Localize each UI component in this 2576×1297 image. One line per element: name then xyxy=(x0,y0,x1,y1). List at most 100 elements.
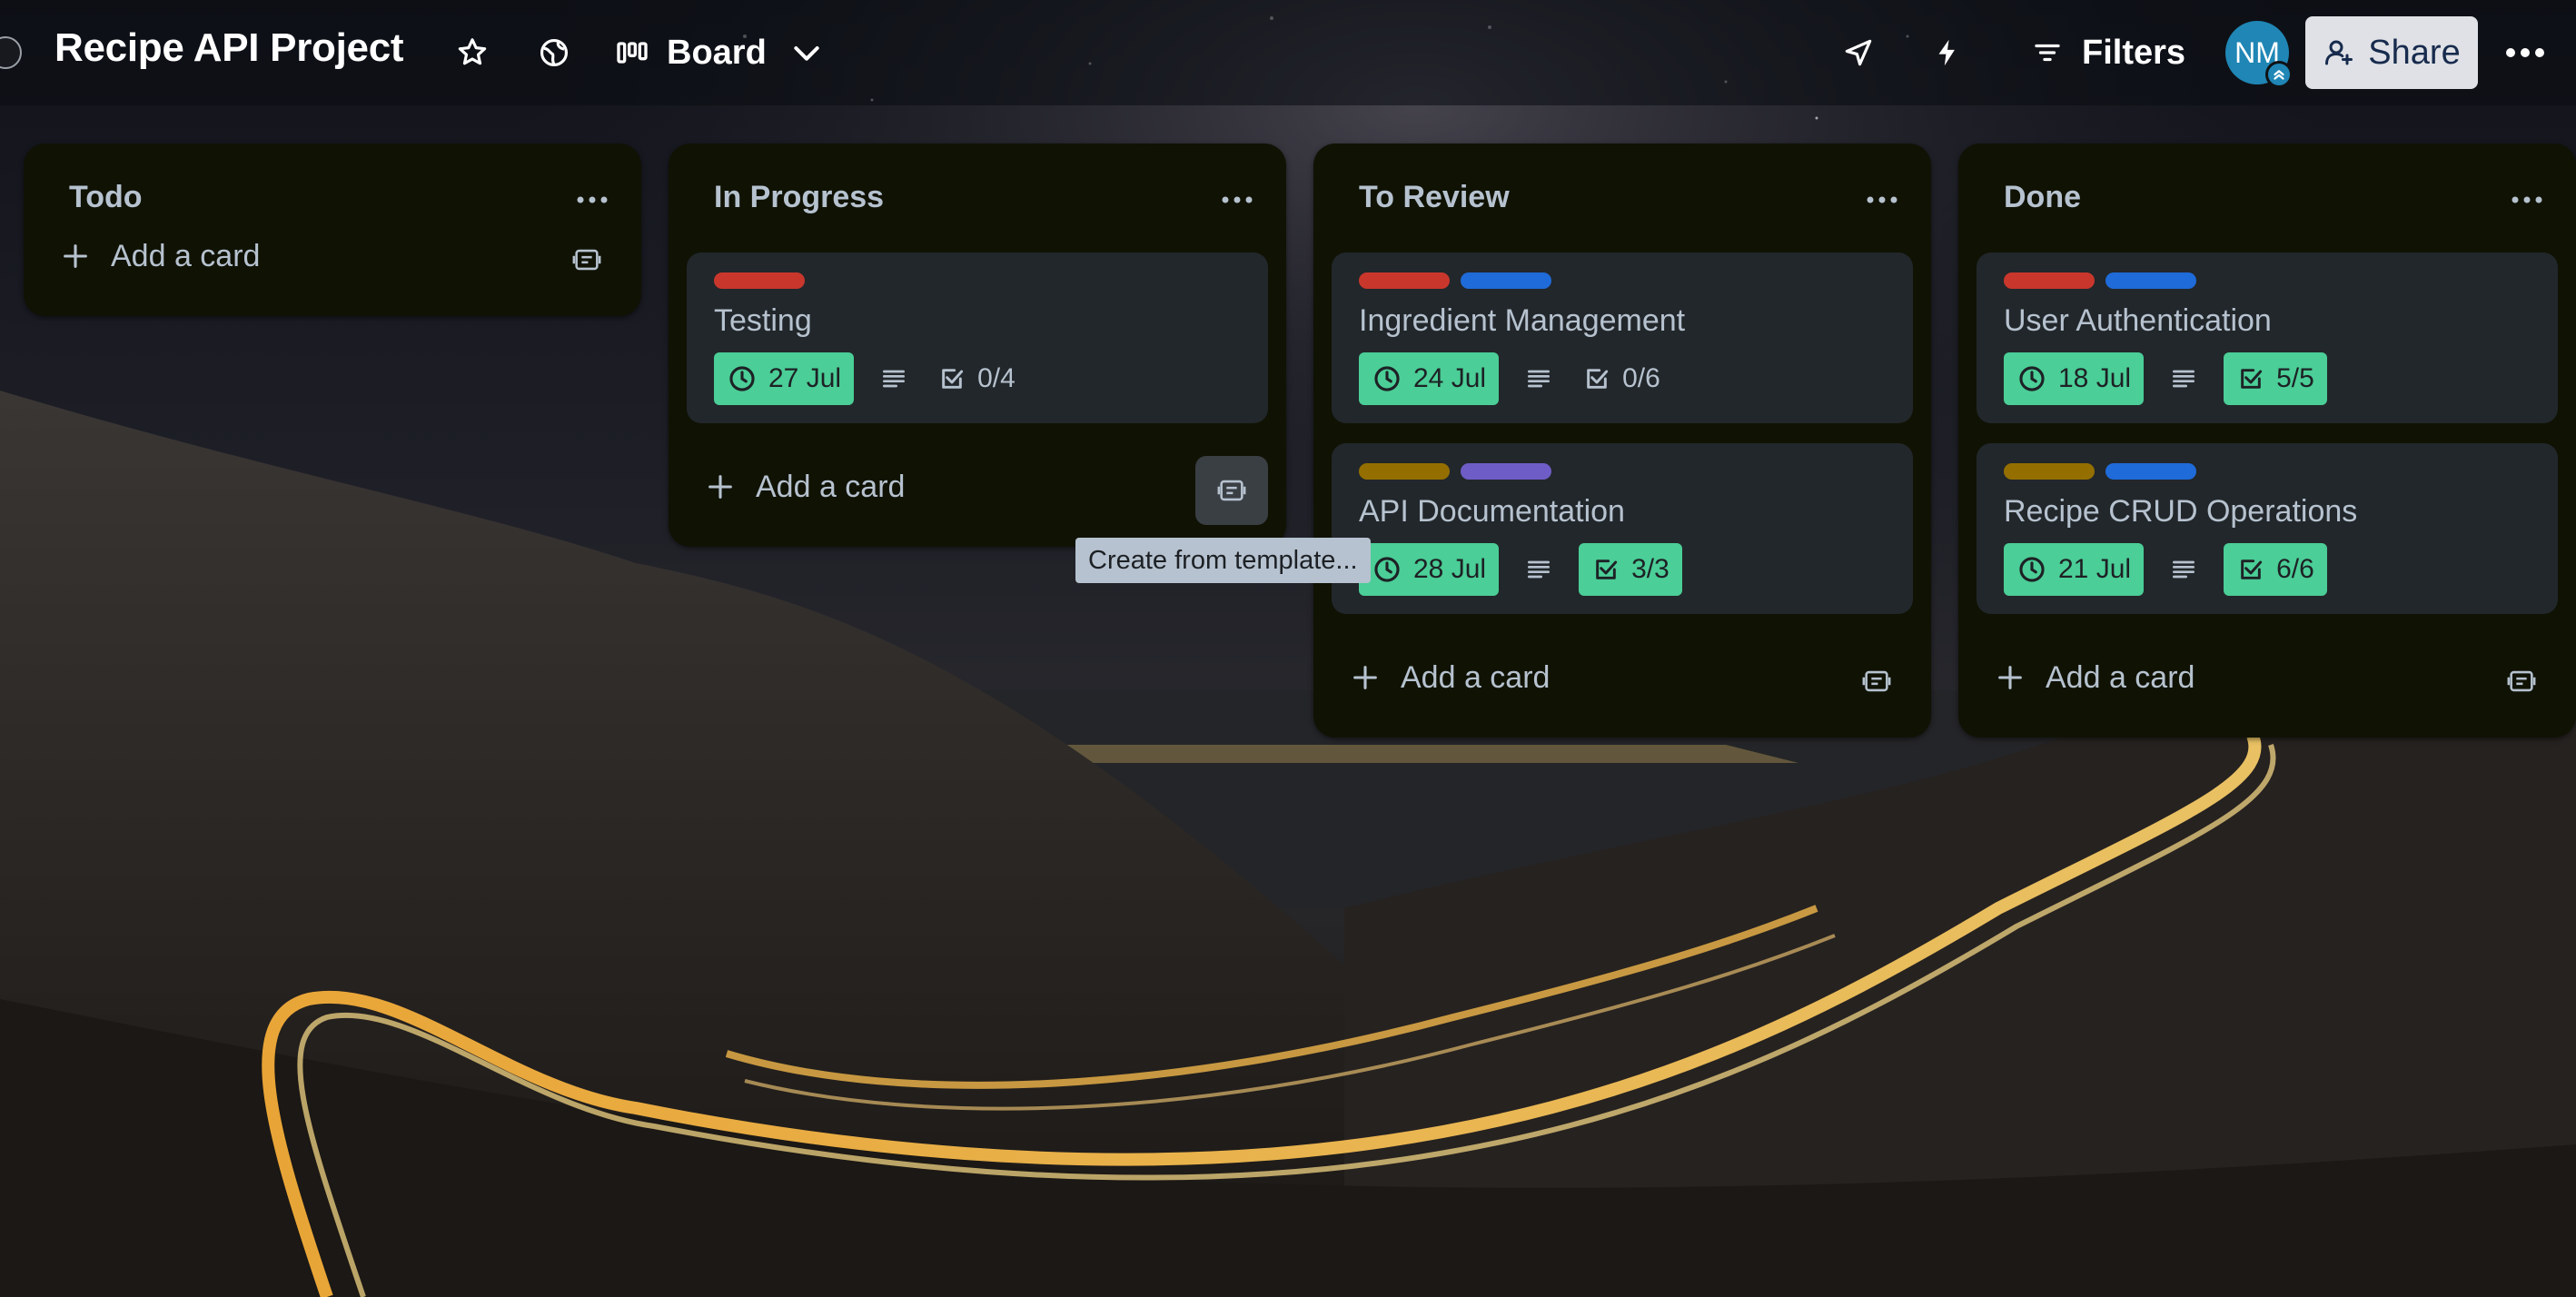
due-date-text: 21 Jul xyxy=(2058,554,2132,584)
card-user-authentication[interactable]: User Authentication 18 Jul 5/5 xyxy=(1977,252,2558,423)
share-button[interactable]: Share xyxy=(2305,16,2478,89)
checkbox-icon xyxy=(1582,364,1611,393)
list-todo: Todo Add a card xyxy=(24,144,641,316)
list-done: Done User Authentication 18 Jul 5/5 Reci… xyxy=(1958,144,2576,738)
clock-icon xyxy=(1372,363,1402,394)
card-labels xyxy=(1359,272,1551,289)
label-red[interactable] xyxy=(2004,272,2095,289)
add-card-row: Add a card xyxy=(687,443,1268,530)
add-card-button[interactable]: Add a card xyxy=(1995,634,2195,721)
description-icon xyxy=(2167,553,2200,586)
due-date-badge[interactable]: 27 Jul xyxy=(714,352,855,405)
board-view-icon xyxy=(614,35,650,71)
add-card-row: Add a card xyxy=(1332,634,1913,721)
label-blue[interactable] xyxy=(2105,463,2196,480)
label-red[interactable] xyxy=(714,272,805,289)
plus-icon xyxy=(60,241,91,272)
filters-label: Filters xyxy=(2082,33,2186,72)
add-card-button[interactable]: Add a card xyxy=(60,213,260,300)
list-title[interactable]: Done xyxy=(2004,180,2081,215)
filters-button[interactable]: Filters xyxy=(2031,27,2185,78)
list-to-review: To Review Ingredient Management 24 Jul 0… xyxy=(1313,144,1931,738)
card-badges: 27 Jul 0/4 xyxy=(714,352,1019,405)
create-from-template-button[interactable] xyxy=(2485,647,2558,716)
list-menu-icon[interactable] xyxy=(2507,183,2547,216)
clock-icon xyxy=(1372,554,1402,585)
card-labels xyxy=(714,272,805,289)
list-header: To Review xyxy=(1313,144,1931,252)
list-menu-icon[interactable] xyxy=(1217,183,1257,216)
label-yellow[interactable] xyxy=(1359,463,1450,480)
list-title[interactable]: Todo xyxy=(69,180,143,215)
checklist-count: 5/5 xyxy=(2276,363,2314,393)
clock-icon xyxy=(2016,554,2047,585)
view-label: Board xyxy=(667,33,767,72)
checklist-badge: 5/5 xyxy=(2224,352,2327,405)
checklist-count: 0/6 xyxy=(1622,363,1660,393)
star-icon[interactable] xyxy=(451,31,494,74)
add-card-label: Add a card xyxy=(756,469,906,504)
description-icon xyxy=(877,362,910,395)
clock-icon xyxy=(2016,363,2047,394)
checklist-badge: 0/4 xyxy=(934,352,1019,405)
list-title[interactable]: In Progress xyxy=(714,180,884,215)
card-ingredient-management[interactable]: Ingredient Management 24 Jul 0/6 xyxy=(1332,252,1913,423)
card-title: Recipe CRUD Operations xyxy=(2004,494,2358,529)
card-recipe-crud-operations[interactable]: Recipe CRUD Operations 21 Jul 6/6 xyxy=(1977,443,2558,614)
due-date-text: 18 Jul xyxy=(2058,363,2132,393)
globe-icon[interactable] xyxy=(532,31,576,74)
checkbox-icon xyxy=(2236,364,2265,393)
create-from-template-button[interactable] xyxy=(550,225,623,294)
template-icon xyxy=(571,244,602,275)
label-blue[interactable] xyxy=(2105,272,2196,289)
description-icon xyxy=(1522,553,1555,586)
checkbox-icon xyxy=(2236,555,2265,584)
template-tooltip: Create from template... xyxy=(1075,538,1371,583)
lightning-icon[interactable] xyxy=(1926,31,1969,74)
template-icon xyxy=(2506,666,2537,697)
plus-icon xyxy=(1350,662,1381,693)
card-title: Ingredient Management xyxy=(1359,303,1686,338)
list-menu-icon[interactable] xyxy=(572,183,612,216)
checklist-count: 3/3 xyxy=(1631,554,1669,584)
list-in-progress: In Progress Testing 27 Jul 0/4 Add a car… xyxy=(669,144,1286,547)
create-from-template-button[interactable] xyxy=(1195,456,1268,525)
board-header: Recipe API Project Board Filters NM Shar… xyxy=(0,0,2576,105)
checklist-count: 0/4 xyxy=(977,363,1016,393)
chevron-down-icon[interactable] xyxy=(788,35,825,71)
add-card-button[interactable]: Add a card xyxy=(705,443,905,530)
add-card-label: Add a card xyxy=(2046,659,2195,695)
checklist-count: 6/6 xyxy=(2276,554,2314,584)
label-yellow[interactable] xyxy=(2004,463,2095,480)
list-header: Done xyxy=(1958,144,2576,252)
due-date-badge[interactable]: 18 Jul xyxy=(2004,352,2145,405)
due-date-text: 27 Jul xyxy=(768,363,842,393)
list-title[interactable]: To Review xyxy=(1359,180,1510,215)
sidebar-toggle-button[interactable] xyxy=(0,36,22,69)
card-labels xyxy=(2004,463,2196,480)
card-title: API Documentation xyxy=(1359,494,1625,529)
avatar[interactable]: NM xyxy=(2225,21,2293,88)
view-switcher[interactable]: Board xyxy=(614,27,825,78)
due-date-text: 28 Jul xyxy=(1413,554,1487,584)
description-icon xyxy=(1522,362,1555,395)
label-red[interactable] xyxy=(1359,272,1450,289)
add-person-icon xyxy=(2323,36,2355,69)
board-title[interactable]: Recipe API Project xyxy=(54,25,404,71)
card-api-documentation[interactable]: API Documentation 28 Jul 3/3 xyxy=(1332,443,1913,614)
due-date-text: 24 Jul xyxy=(1413,363,1487,393)
checklist-badge: 3/3 xyxy=(1579,543,1682,596)
checklist-badge: 6/6 xyxy=(2224,543,2327,596)
create-from-template-button[interactable] xyxy=(1840,647,1913,716)
due-date-badge[interactable]: 24 Jul xyxy=(1359,352,1500,405)
share-label: Share xyxy=(2368,33,2461,72)
add-card-button[interactable]: Add a card xyxy=(1350,634,1550,721)
more-options-icon[interactable] xyxy=(2500,29,2551,76)
list-menu-icon[interactable] xyxy=(1862,183,1902,216)
rocket-icon[interactable] xyxy=(1837,31,1880,74)
label-blue[interactable] xyxy=(1461,272,1551,289)
label-purple[interactable] xyxy=(1461,463,1551,480)
due-date-badge[interactable]: 21 Jul xyxy=(2004,543,2145,596)
due-date-badge[interactable]: 28 Jul xyxy=(1359,543,1500,596)
card-testing[interactable]: Testing 27 Jul 0/4 xyxy=(687,252,1268,423)
